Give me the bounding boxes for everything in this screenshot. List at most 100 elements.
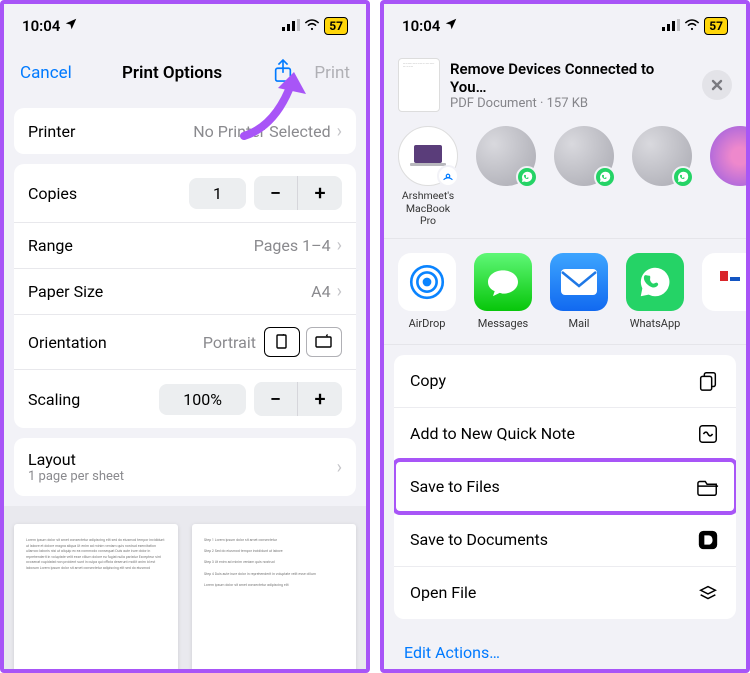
avatar	[710, 126, 746, 186]
phone-left-print-options: 10:04 57 Cancel Print Options Print	[0, 0, 370, 673]
contact-whatsapp-2[interactable]	[554, 126, 614, 228]
phone-right-share-sheet: 10:04 57 xx xx xxx x xx xx x xxx x x xx …	[380, 0, 750, 673]
open-file-icon	[696, 581, 720, 605]
layout-label: Layout	[28, 450, 124, 469]
nav-bar: Cancel Print Options Print	[4, 48, 366, 98]
action-save-to-files[interactable]: Save to Files	[394, 460, 736, 513]
folder-icon	[696, 475, 720, 499]
wifi-icon	[684, 17, 700, 35]
orientation-landscape-button[interactable]	[306, 327, 342, 357]
app-label: AirDrop	[398, 317, 456, 330]
page-thumb-1: Lorem ipsum dolor sit amet consectetur a…	[14, 524, 178, 673]
action-save-to-documents[interactable]: Save to Documents	[394, 513, 736, 566]
orientation-row: Orientation Portrait	[14, 314, 356, 369]
copies-plus-button[interactable]: +	[298, 176, 342, 210]
orientation-label: Orientation	[28, 333, 107, 352]
avatar	[632, 126, 692, 186]
share-icon[interactable]	[272, 58, 294, 88]
action-copy[interactable]: Copy	[394, 355, 736, 407]
orientation-portrait-button[interactable]	[264, 327, 300, 357]
copies-value[interactable]: 1	[189, 178, 246, 209]
action-open-file[interactable]: Open File	[394, 566, 736, 619]
app-partial[interactable]	[702, 253, 750, 330]
signal-icon	[282, 17, 300, 35]
app-icon-partial	[702, 253, 750, 311]
range-value: Pages 1–4	[254, 236, 331, 255]
contact-whatsapp-3[interactable]	[632, 126, 692, 228]
action-label: Save to Documents	[410, 530, 548, 549]
documents-app-icon	[696, 528, 720, 552]
app-airdrop[interactable]: AirDrop	[398, 253, 456, 330]
scaling-value[interactable]: 100%	[159, 384, 246, 415]
print-button[interactable]: Print	[314, 63, 350, 83]
printer-label: Printer	[28, 122, 75, 141]
app-label: Mail	[550, 317, 608, 330]
status-bar: 10:04 57	[384, 4, 746, 48]
settings-card: Copies 1 − + Range Pages 1–4 › Paper Siz…	[14, 164, 356, 428]
scaling-minus-button[interactable]: −	[254, 382, 298, 416]
paper-value: A4	[311, 282, 330, 301]
doc-subtitle: PDF Document · 157 KB	[450, 96, 692, 111]
layout-row[interactable]: Layout 1 page per sheet ›	[14, 438, 356, 496]
scaling-label: Scaling	[28, 390, 80, 409]
chevron-right-icon: ›	[337, 121, 342, 142]
close-button[interactable]	[702, 70, 732, 100]
location-icon	[444, 17, 458, 35]
page-title: Print Options	[122, 63, 222, 83]
whatsapp-badge-icon	[672, 166, 694, 188]
airdrop-icon	[398, 253, 456, 311]
doc-thumbnail: xx xx xxx x xx xx x xxx x x xx x xxx x x…	[398, 58, 440, 112]
battery-indicator: 57	[704, 17, 728, 35]
action-label: Open File	[410, 583, 476, 602]
scaling-row: Scaling 100% − +	[14, 369, 356, 428]
range-label: Range	[28, 236, 73, 255]
airdrop-contacts-row: Arshmeet's MacBook Pro	[384, 126, 746, 238]
share-header: xx xx xxx x xx xx x xxx x x xx x xxx x x…	[384, 48, 746, 126]
status-time: 10:04	[22, 17, 60, 35]
contact-partial[interactable]	[710, 126, 746, 228]
contact-whatsapp-1[interactable]	[476, 126, 536, 228]
paper-row[interactable]: Paper Size A4 ›	[14, 268, 356, 314]
mail-icon	[550, 253, 608, 311]
copy-icon	[696, 369, 720, 393]
app-messages[interactable]: Messages	[474, 253, 532, 330]
messages-icon	[474, 253, 532, 311]
layout-sub: 1 page per sheet	[28, 469, 124, 484]
app-label: Messages	[474, 317, 532, 330]
copies-label: Copies	[28, 184, 77, 203]
print-preview[interactable]: Lorem ipsum dolor sit amet consectetur a…	[4, 506, 366, 673]
avatar	[554, 126, 614, 186]
cancel-button[interactable]: Cancel	[20, 63, 72, 83]
copies-minus-button[interactable]: −	[254, 176, 298, 210]
scaling-plus-button[interactable]: +	[298, 382, 342, 416]
action-quick-note[interactable]: Add to New Quick Note	[394, 407, 736, 460]
action-label: Copy	[410, 371, 446, 390]
paper-label: Paper Size	[28, 282, 103, 301]
location-icon	[64, 17, 78, 35]
app-whatsapp[interactable]: WhatsApp	[626, 253, 684, 330]
wifi-icon	[304, 17, 320, 35]
actions-list: Copy Add to New Quick Note Save to Files…	[394, 355, 736, 619]
airdrop-badge-icon	[437, 165, 459, 187]
contact-macbook[interactable]: Arshmeet's MacBook Pro	[398, 126, 458, 228]
range-row[interactable]: Range Pages 1–4 ›	[14, 222, 356, 268]
quick-note-icon	[696, 422, 720, 446]
macbook-icon	[398, 126, 458, 186]
action-label: Save to Files	[410, 477, 500, 496]
status-time: 10:04	[402, 17, 440, 35]
printer-row[interactable]: Printer No Printer Selected ›	[14, 108, 356, 154]
page-thumb-2: Step 1 Lorem ipsum dolor sit amet consec…	[192, 524, 356, 673]
whatsapp-badge-icon	[516, 166, 538, 188]
chevron-right-icon: ›	[337, 281, 342, 302]
chevron-right-icon: ›	[337, 235, 342, 256]
copies-row: Copies 1 − +	[14, 164, 356, 222]
signal-icon	[662, 17, 680, 35]
app-label: WhatsApp	[626, 317, 684, 330]
orientation-value: Portrait	[203, 333, 256, 352]
avatar	[476, 126, 536, 186]
apps-row: AirDrop Messages Mail WhatsApp	[384, 238, 746, 345]
battery-indicator: 57	[324, 17, 348, 35]
edit-actions-button[interactable]: Edit Actions…	[384, 629, 746, 673]
whatsapp-badge-icon	[594, 166, 616, 188]
app-mail[interactable]: Mail	[550, 253, 608, 330]
